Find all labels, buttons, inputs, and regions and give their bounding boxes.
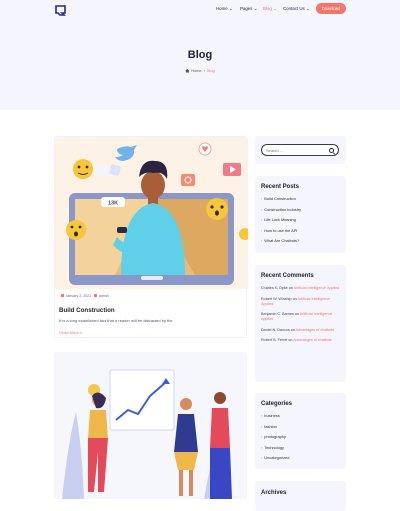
recent-posts-title: Recent Posts — [261, 184, 300, 190]
comment-on: on — [288, 338, 293, 342]
download-button[interactable]: Download — [316, 3, 346, 14]
social-media-illustration: 13K — [55, 137, 248, 289]
nav-blog-label: Blog — [263, 6, 272, 11]
team-growth-illustration[interactable] — [54, 352, 247, 499]
comment-item: Charles K. Dyke on Artificial Intelligen… — [261, 286, 343, 291]
post-author[interactable]: admin — [99, 294, 109, 298]
nav-home-label: Home — [216, 6, 228, 11]
comment-post-link[interactable]: Advantages of chatbots — [296, 328, 335, 332]
read-more-link[interactable]: Read More » — [59, 330, 82, 335]
page-title: Blog — [187, 49, 213, 61]
comment-on: on — [290, 327, 295, 332]
like-count-badge: 13K — [108, 201, 118, 207]
recent-comments-title: Recent Comments — [261, 273, 314, 279]
comment-item: Benjamin C. Barnes on Artificial Intelli… — [261, 312, 343, 322]
recent-post-link[interactable]: Build Construction — [261, 194, 301, 205]
breadcrumb-separator: › — [202, 69, 206, 74]
categories-widget: Categories business fashion photography … — [255, 393, 346, 469]
post-excerpt: It is a long established fact that a rea… — [59, 318, 173, 323]
categories-list: business fashion photography Technology … — [261, 411, 289, 464]
archives-title: Archives — [261, 490, 287, 496]
site-logo[interactable] — [54, 4, 68, 16]
recent-posts-list: Build Construction Construction Industry… — [261, 194, 301, 247]
nav-home[interactable]: Home ⌄ — [216, 6, 233, 12]
home-icon — [185, 69, 190, 73]
calendar-icon — [61, 294, 64, 298]
nav-contact-label: Contact Us — [283, 6, 305, 11]
comment-post-link[interactable]: Artificial Intelligence Applied — [294, 286, 340, 290]
search-input[interactable] — [266, 147, 326, 154]
breadcrumb-home[interactable]: Home — [191, 69, 201, 73]
comment-author: Benjamin C. Barnes — [261, 312, 294, 316]
blog-post-card — [54, 352, 247, 499]
recent-post-link[interactable]: How to use the API — [261, 226, 301, 237]
search-icon[interactable] — [329, 147, 334, 153]
comment-post-link[interactable]: Advantages of chatbots — [293, 338, 332, 342]
breadcrumb-current: Blog — [207, 69, 215, 74]
comment-author: Charles K. Dyke — [261, 286, 288, 290]
comment-item: Daniel N. Dancos on Advantages of chatbo… — [261, 328, 343, 333]
archives-widget: Archives — [255, 481, 346, 511]
categories-title: Categories — [261, 401, 293, 407]
comment-author: Daniel N. Dancos — [261, 327, 290, 332]
search-widget — [255, 136, 346, 164]
category-link[interactable]: Technology — [261, 443, 289, 454]
recent-comments-widget: Recent Comments Charles K. Dyke on Artif… — [255, 265, 346, 382]
comment-on: on — [292, 296, 297, 301]
comment-on: on — [288, 286, 293, 290]
comment-author: Robert B. Ferrel — [261, 338, 288, 342]
nav-contact[interactable]: Contact Us ⌄ — [283, 6, 310, 12]
recent-post-link[interactable]: Life Lock Meaning — [261, 215, 301, 226]
category-link[interactable]: business — [261, 411, 289, 422]
post-meta: January 2, 2021 admin — [61, 294, 252, 298]
user-icon — [94, 294, 98, 298]
comment-author: Robert W. Winship — [261, 296, 292, 301]
search-box — [261, 144, 339, 156]
comment-item: Robert B. Ferrel on Advantages of chatbo… — [261, 338, 343, 343]
nav-pages[interactable]: Pages ⌄ — [240, 6, 257, 12]
category-link[interactable]: photography — [261, 432, 289, 443]
recent-posts-widget: Recent Posts Build Construction Construc… — [255, 176, 346, 253]
nav-pages-label: Pages — [240, 6, 253, 11]
post-date: January 2, 2021 — [65, 294, 92, 298]
page-header: Home ⌄ Pages ⌄ Blog ⌄ Contact Us ⌄ Downl… — [0, 0, 400, 110]
comment-item: Robert W. Winship on Artificial Intellig… — [261, 297, 343, 307]
comment-on: on — [294, 312, 299, 316]
post-thumbnail[interactable]: 13K — [55, 137, 248, 289]
post-title[interactable]: Build Construction — [59, 307, 115, 314]
category-link[interactable]: Uncategorized — [261, 453, 289, 464]
nav-blog[interactable]: Blog ⌄ — [263, 6, 277, 12]
category-link[interactable]: fashion — [261, 422, 289, 433]
recent-comments-list: Charles K. Dyke on Artificial Intelligen… — [261, 286, 343, 349]
recent-post-link[interactable]: What Are Chatbots? — [261, 236, 301, 247]
breadcrumb: Home › Blog — [0, 69, 400, 73]
recent-post-link[interactable]: Construction Industry — [261, 205, 301, 216]
